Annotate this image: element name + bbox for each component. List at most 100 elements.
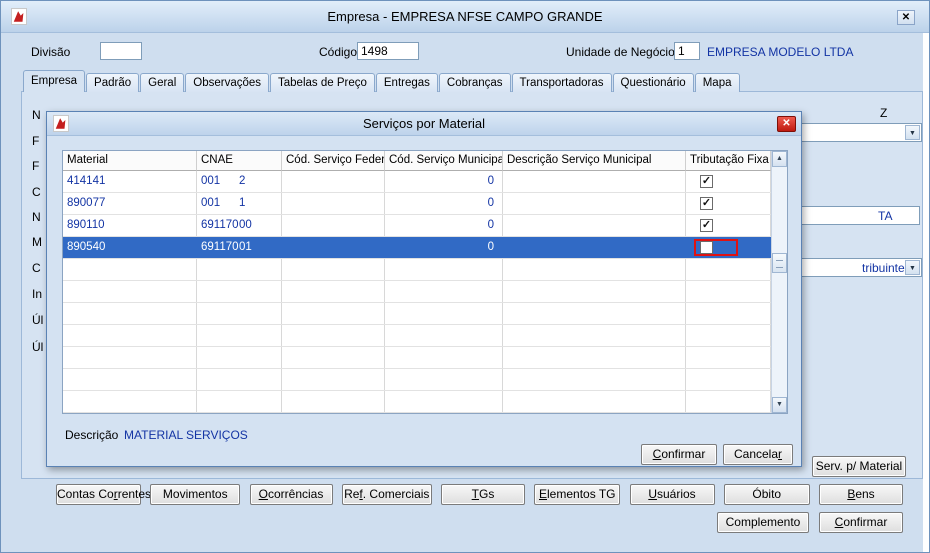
cod-municipal-cell: 0 [385,193,503,214]
tab-transportadoras[interactable]: Transportadoras [511,73,612,92]
complemento-button[interactable]: Complemento [717,512,809,533]
table-row-empty[interactable] [63,303,771,325]
unidade-negocio-empresa: EMPRESA MODELO LTDA [707,45,854,59]
elementos-tg-button[interactable]: Elementos TG [534,484,621,505]
confirmar-button[interactable]: Confirmar [819,512,903,533]
tab-empresa[interactable]: Empresa [23,70,86,92]
tab-tabelas-de-preco[interactable]: Tabelas de Preço [270,73,375,92]
codigo-label: Código [319,45,358,59]
cod-municipal-cell [385,281,503,302]
table-row[interactable]: 890540 69117001 0 [63,237,771,259]
tributacao-cell: ✓ [686,171,771,192]
tab-geral[interactable]: Geral [140,73,185,92]
tab-cobrancas[interactable]: Cobranças [438,73,511,92]
ocorrencias-button[interactable]: Ocorrências [249,484,333,505]
field-label-fragment: N [32,108,41,122]
field-label-fragment: F [32,159,40,173]
vertical-scrollbar[interactable]: ▲ ▼ [771,151,787,413]
cnae-value: 001 [201,197,221,209]
table-row[interactable]: 890110 69117000 0 ✓ [63,215,771,237]
table-row-empty[interactable] [63,347,771,369]
chevron-down-icon[interactable]: ▼ [905,125,920,140]
column-header-material[interactable]: Material [63,151,197,171]
table-row-empty[interactable] [63,281,771,303]
table-row[interactable]: 890077 001 1 0 ✓ [63,193,771,215]
field-label-fragment: C [32,261,41,275]
cnae-cell: 69117000 [197,215,282,236]
field-label-fragment: N [32,210,41,224]
table-row-empty[interactable] [63,259,771,281]
cnae-cell [197,303,282,324]
cod-federal-cell [282,303,385,324]
tab-observacoes[interactable]: Observações [185,73,270,92]
servicos-table: Material CNAE Cód. Serviço Federal Cód. … [62,150,788,414]
window-close-button[interactable]: ✕ [897,10,915,25]
tab-entregas[interactable]: Entregas [375,73,438,92]
column-header-cnae[interactable]: CNAE [197,151,282,171]
right-field-value-fragment: TA [878,209,893,223]
field-label-fragment: F [32,134,40,148]
obito-button[interactable]: Óbito [723,484,810,505]
tributacao-cell [686,369,771,390]
tributacao-cell [686,237,771,258]
column-header-tributacao-fixa[interactable]: Tributação Fixa [686,151,771,171]
bens-button[interactable]: Bens [819,484,903,505]
descricao-cell [503,347,686,368]
ref-comerciais-button[interactable]: Ref. Comerciais [341,484,432,505]
unidade-negocio-input[interactable]: 1 [674,42,700,60]
dialog-close-button[interactable]: ✕ [777,116,796,132]
tab-questionario[interactable]: Questionário [612,73,694,92]
cnae-cell [197,347,282,368]
tributacao-cell [686,281,771,302]
contas-correntes-button[interactable]: Contas Correntes [56,484,151,505]
field-label-fragment: In [32,287,43,301]
cod-federal-cell [282,171,385,192]
chevron-down-icon[interactable]: ▼ [905,260,920,275]
material-cell: 890540 [67,241,106,253]
cnae-sub-value: 01 [239,241,252,253]
cod-municipal-cell [385,259,503,280]
cnae-cell: 001 1 [197,193,282,214]
tributacao-fixa-checkbox[interactable]: ✓ [700,197,713,210]
unidade-negocio-label: Unidade de Negócio [566,45,675,59]
table-row-empty[interactable] [63,391,771,413]
scrollbar-thumb[interactable] [772,253,787,273]
table-row-empty[interactable] [63,369,771,391]
servicos-por-material-dialog: Serviços por Material ✕ Material CNAE Có… [46,111,802,467]
tributacao-cell: ✓ [686,215,771,236]
servicos-table-body: 414141 001 2 0 ✓ 890077 001 1 0 ✓ 890110 69117000 0 ✓… [63,171,771,413]
table-row-empty[interactable] [63,325,771,347]
cnae-cell [197,369,282,390]
serv-p-material-button[interactable]: Serv. p/ Material [812,456,906,477]
tgs-button[interactable]: TGs [441,484,525,505]
column-header-cod-servico-municipal[interactable]: Cód. Serviço Municipal [385,151,503,171]
table-row[interactable]: 414141 001 2 0 ✓ [63,171,771,193]
column-header-cod-servico-federal[interactable]: Cód. Serviço Federal [282,151,385,171]
tributacao-fixa-checkbox[interactable]: ✓ [700,175,713,188]
divisao-input[interactable] [100,42,142,60]
column-header-descricao-servico-municipal[interactable]: Descrição Serviço Municipal [503,151,686,171]
cnae-cell: 69117001 [197,237,282,258]
cnae-cell [197,391,282,412]
cod-municipal-cell: 0 [487,241,494,253]
cnae-value: 691170 [201,219,239,231]
field-label-fragment: M [32,235,42,249]
cnae-sub-value: 1 [239,197,246,209]
scroll-down-icon[interactable]: ▼ [772,397,787,413]
usuarios-button[interactable]: Usuários [629,484,715,505]
field-label-fragment: Úl [32,340,44,354]
tab-mapa[interactable]: Mapa [694,73,740,92]
dialog-cancelar-button[interactable]: Cancelar [723,444,793,465]
tab-padrao[interactable]: Padrão [86,73,140,92]
bottom-button-row: Contas Correntes Movimentos Ocorrências … [56,484,903,505]
movimentos-button[interactable]: Movimentos [150,484,241,505]
field-label-fragment: Úl [32,313,44,327]
material-cell [63,303,197,324]
dialog-confirmar-button[interactable]: Confirmar [641,444,717,465]
cnae-sub-value: 2 [239,175,246,187]
material-cell [63,281,197,302]
scroll-up-icon[interactable]: ▲ [772,151,787,167]
tributacao-cell [686,347,771,368]
codigo-input[interactable]: 1498 [357,42,419,60]
tributacao-fixa-checkbox[interactable]: ✓ [700,219,713,232]
